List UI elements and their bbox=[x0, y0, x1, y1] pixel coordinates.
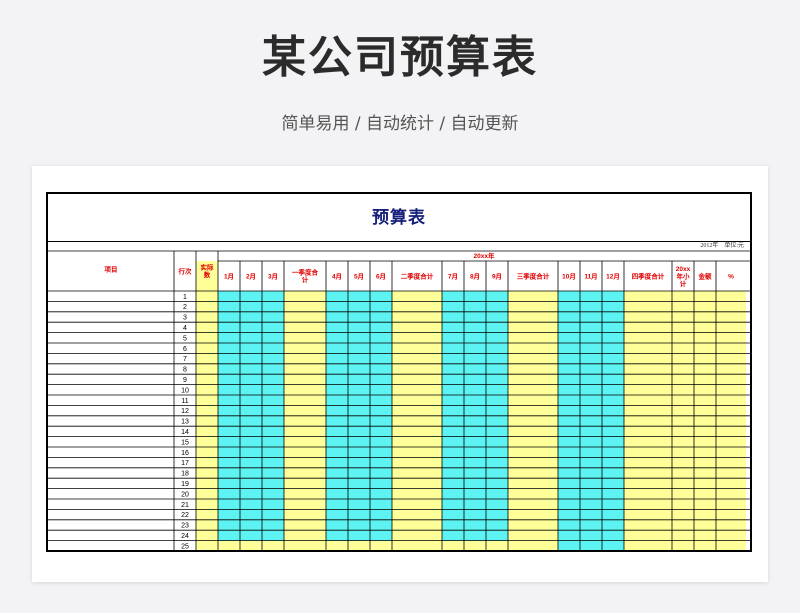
row-number: 15 bbox=[181, 439, 189, 446]
row-number: 12 bbox=[181, 408, 189, 415]
row-number: 11 bbox=[181, 398, 188, 405]
row-number: 10 bbox=[181, 387, 189, 394]
column-header-16: 10月 bbox=[562, 272, 576, 280]
row-number: 3 bbox=[183, 315, 187, 322]
row-number: 6 bbox=[183, 346, 187, 353]
row-number: 21 bbox=[181, 502, 189, 509]
row-number: 19 bbox=[181, 481, 189, 488]
column-fill-17 bbox=[580, 291, 602, 550]
row-number: 23 bbox=[181, 523, 189, 530]
last-row-fill bbox=[218, 540, 240, 550]
row-number: 13 bbox=[181, 419, 189, 426]
column-header-15: 三季度合计 bbox=[517, 271, 550, 280]
row-number: 16 bbox=[181, 450, 189, 457]
last-row-fill bbox=[326, 540, 348, 550]
row-number: 14 bbox=[181, 429, 189, 436]
last-row-fill bbox=[370, 540, 392, 550]
row-number: 7 bbox=[183, 356, 187, 363]
last-row-fill bbox=[442, 540, 464, 550]
budget-sheet: 预算表 2012年 单位:元 20xx年 项目 行次 实际数 1月 2月 3月 一季度合计 4月… bbox=[46, 192, 752, 552]
column-header-9: 5月 bbox=[354, 272, 364, 280]
budget-table: 20xx年项目 行次实际数 1月 2月 3月一季度合计4月 5月 6月 二季度合计 7月 8月 9月… bbox=[48, 250, 750, 550]
column-fill-18 bbox=[602, 291, 624, 550]
column-fill-15 bbox=[508, 291, 558, 550]
row-number: 2 bbox=[183, 304, 187, 311]
row-number: 5 bbox=[183, 335, 187, 342]
last-row-fill bbox=[486, 540, 508, 550]
column-header-13: 8月 bbox=[470, 272, 480, 280]
row-number: 25 bbox=[181, 543, 189, 550]
last-row-fill bbox=[348, 540, 370, 550]
column-fill-16 bbox=[558, 291, 580, 550]
column-header-19: 四季度合计 bbox=[632, 271, 665, 280]
column-fill-8 bbox=[326, 291, 348, 550]
column-header-17: 11月 bbox=[584, 272, 597, 280]
column-fill-4 bbox=[218, 291, 240, 550]
column-header-21: 金额 bbox=[698, 271, 713, 280]
year-header: 20xx年 bbox=[474, 251, 495, 260]
column-fill-19 bbox=[624, 291, 672, 550]
column-fill-12 bbox=[442, 291, 464, 550]
column-fill-21 bbox=[694, 291, 716, 550]
row-number: 20 bbox=[181, 491, 189, 498]
column-fill-11 bbox=[392, 291, 442, 550]
column-fill-20 bbox=[672, 291, 694, 550]
column-fill-22 bbox=[716, 291, 746, 550]
last-row-fill bbox=[464, 540, 486, 550]
column-fill-7 bbox=[284, 291, 326, 550]
column-header-2: 行次 bbox=[178, 266, 193, 275]
row-number: 22 bbox=[181, 512, 189, 519]
column-header-20: 20xx 年小计 bbox=[676, 266, 691, 288]
column-fill-10 bbox=[370, 291, 392, 550]
column-fill-5 bbox=[240, 291, 262, 550]
column-header-4: 1月 bbox=[224, 272, 234, 280]
column-fill-9 bbox=[348, 291, 370, 550]
column-header-12: 7月 bbox=[448, 272, 458, 280]
row-number: 17 bbox=[181, 460, 189, 467]
row-number: 8 bbox=[183, 367, 187, 374]
column-header-7: 一季度合计 bbox=[292, 268, 319, 285]
column-fill-6 bbox=[262, 291, 284, 550]
preview-card: 预算表 2012年 单位:元 20xx年 项目 行次 实际数 1月 2月 3月 一季度合计 4月… bbox=[32, 166, 768, 582]
column-header-10: 6月 bbox=[376, 272, 386, 280]
column-header-18: 12月 bbox=[606, 272, 620, 280]
last-row-fill bbox=[262, 540, 284, 550]
column-fill-13 bbox=[464, 291, 486, 550]
column-header-8: 4月 bbox=[332, 272, 342, 280]
column-header-6: 3月 bbox=[268, 272, 278, 280]
row-number: 4 bbox=[183, 325, 187, 332]
row-number: 9 bbox=[183, 377, 187, 384]
column-header-14: 9月 bbox=[492, 272, 502, 280]
last-row-fill bbox=[240, 540, 262, 550]
column-header-5: 2月 bbox=[246, 272, 256, 280]
row-number: 18 bbox=[181, 471, 189, 478]
column-header-1: 项目 bbox=[105, 264, 118, 273]
column-header-22: % bbox=[728, 273, 734, 280]
column-header-11: 二季度合计 bbox=[401, 271, 434, 280]
page-subtitle: 简单易用 / 自动统计 / 自动更新 bbox=[281, 114, 519, 134]
column-fill-14 bbox=[486, 291, 508, 550]
page-title: 某公司预算表 bbox=[262, 32, 538, 83]
row-number: 24 bbox=[181, 533, 189, 540]
row-number: 1 bbox=[183, 294, 187, 301]
